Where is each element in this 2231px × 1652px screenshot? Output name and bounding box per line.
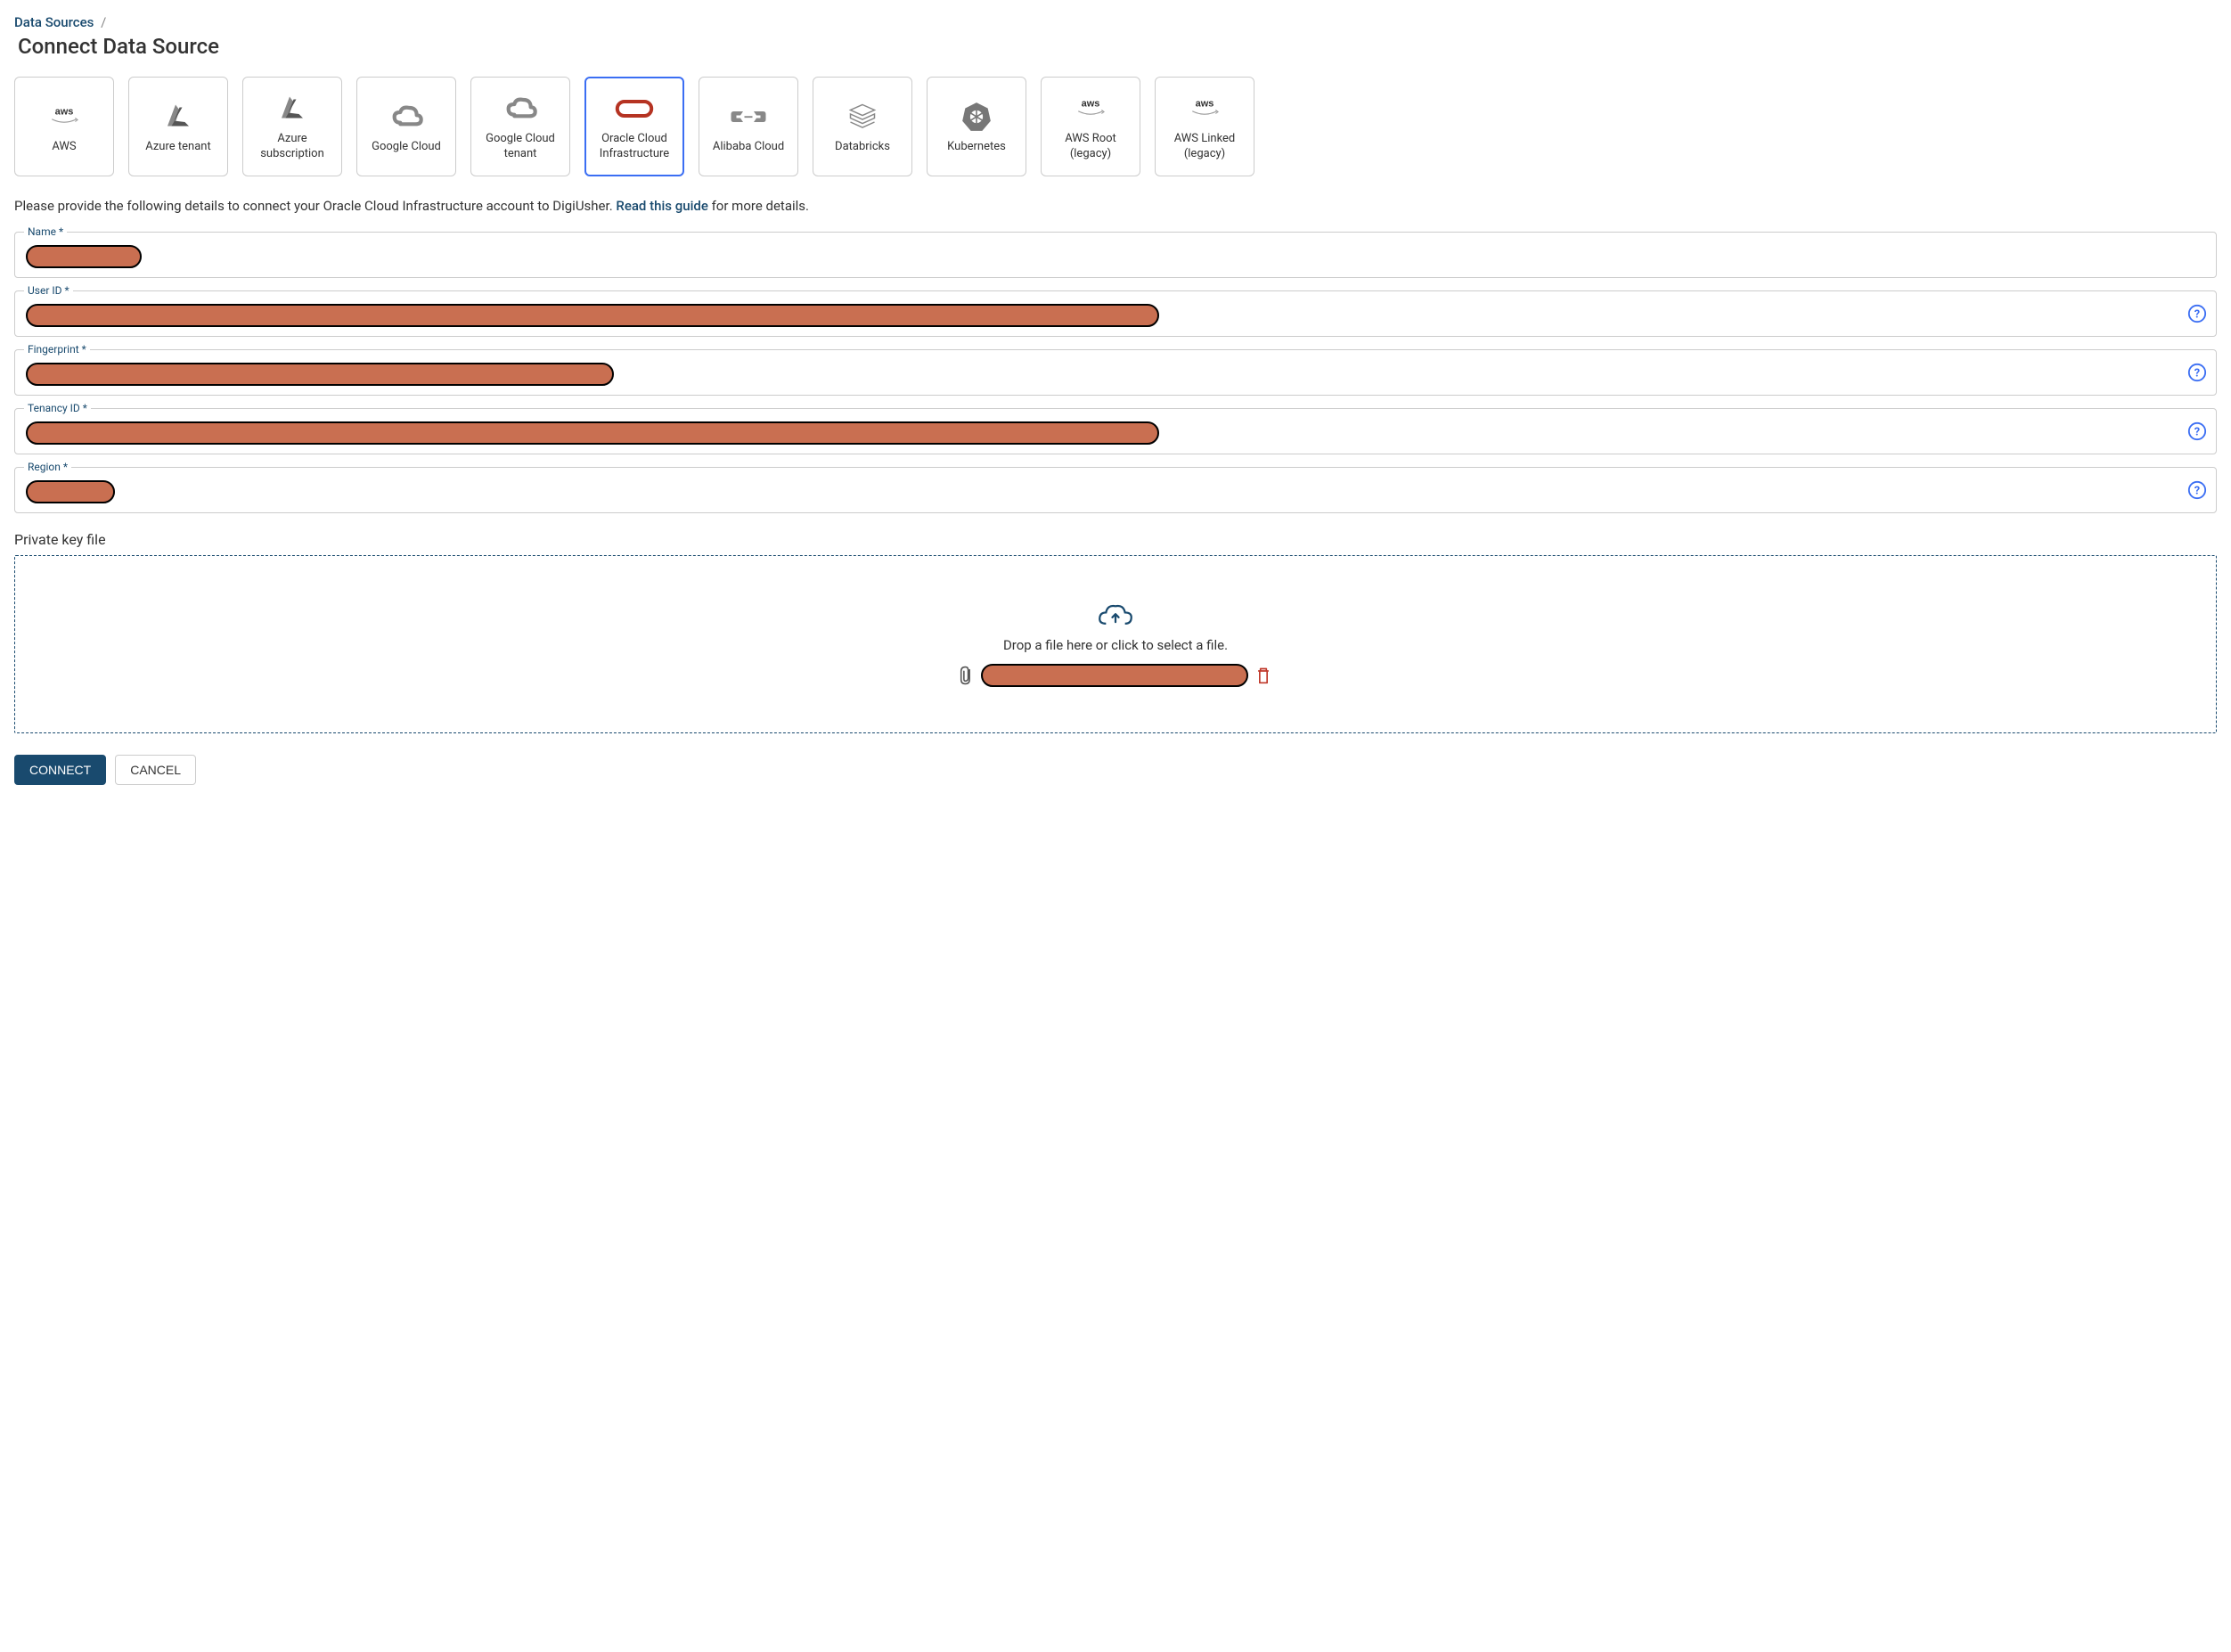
region-label: Region * — [24, 461, 71, 473]
uploaded-filename-redacted — [981, 664, 1248, 687]
tile-label: Azure subscription — [250, 132, 334, 162]
read-guide-link[interactable]: Read this guide — [616, 198, 708, 214]
help-icon[interactable]: ? — [2187, 480, 2207, 500]
aws-icon: aws — [1071, 91, 1110, 127]
action-buttons: CONNECT CANCEL — [14, 755, 2217, 785]
help-icon[interactable]: ? — [2187, 363, 2207, 382]
tile-label: AWS — [52, 140, 76, 155]
svg-text:?: ? — [2194, 308, 2200, 322]
tile-kubernetes[interactable]: Kubernetes — [927, 77, 1026, 176]
user-id-label: User ID * — [24, 284, 73, 297]
aws-icon: aws — [1185, 91, 1224, 127]
region-value-redacted — [26, 480, 115, 503]
kubernetes-icon — [960, 99, 993, 135]
tile-label: Google Cloud — [372, 140, 441, 155]
dropzone-text: Drop a file here or click to select a fi… — [1003, 637, 1228, 653]
svg-text:aws: aws — [1196, 98, 1214, 109]
tenancy-id-label: Tenancy ID * — [24, 402, 91, 414]
tile-azure-subscription[interactable]: Azure subscription — [242, 77, 342, 176]
tile-label: Google Cloud tenant — [478, 132, 562, 162]
alibaba-cloud-icon — [730, 99, 767, 135]
aws-icon: aws — [45, 99, 84, 135]
user-id-field[interactable]: User ID * ? — [14, 290, 2217, 337]
tile-label: Alibaba Cloud — [713, 140, 784, 155]
user-id-value-redacted — [26, 304, 1159, 327]
region-field[interactable]: Region * ? — [14, 467, 2217, 513]
cancel-button[interactable]: CANCEL — [115, 755, 196, 785]
tile-label: Oracle Cloud Infrastructure — [593, 132, 675, 162]
tile-label: Azure tenant — [145, 140, 210, 155]
cloud-upload-icon — [1096, 601, 1135, 630]
svg-text:aws: aws — [1082, 98, 1100, 109]
private-key-dropzone[interactable]: Drop a file here or click to select a fi… — [14, 555, 2217, 733]
help-icon[interactable]: ? — [2187, 421, 2207, 441]
fingerprint-value-redacted — [26, 363, 614, 386]
tile-label: AWS Linked (legacy) — [1163, 132, 1246, 162]
private-key-section-label: Private key file — [14, 531, 2217, 548]
tile-label: AWS Root (legacy) — [1049, 132, 1132, 162]
tile-label: Kubernetes — [947, 140, 1006, 155]
fingerprint-label: Fingerprint * — [24, 343, 90, 356]
oracle-cloud-icon — [613, 91, 656, 127]
name-value-redacted — [26, 245, 142, 268]
tile-aws-linked-legacy[interactable]: aws AWS Linked (legacy) — [1155, 77, 1254, 176]
tile-google-cloud[interactable]: Google Cloud — [356, 77, 456, 176]
tile-aws-root-legacy[interactable]: aws AWS Root (legacy) — [1041, 77, 1140, 176]
tile-alibaba[interactable]: Alibaba Cloud — [699, 77, 798, 176]
databricks-icon — [846, 99, 879, 135]
intro-suffix: for more details. — [708, 198, 809, 214]
breadcrumb-root-link[interactable]: Data Sources — [14, 14, 94, 30]
name-field[interactable]: Name * — [14, 232, 2217, 278]
delete-file-button[interactable] — [1255, 667, 1271, 684]
tenancy-id-field[interactable]: Tenancy ID * ? — [14, 408, 2217, 454]
fingerprint-field[interactable]: Fingerprint * ? — [14, 349, 2217, 396]
name-label: Name * — [24, 225, 67, 238]
form-fields: Name * User ID * ? Fingerprint * ? Tenan… — [14, 232, 2217, 513]
uploaded-file-row — [960, 664, 1271, 687]
breadcrumb: Data Sources / — [14, 14, 2217, 30]
tile-oci[interactable]: Oracle Cloud Infrastructure — [584, 77, 684, 176]
paperclip-icon — [960, 666, 974, 685]
page-title: Connect Data Source — [18, 34, 2217, 59]
azure-icon — [276, 91, 308, 127]
tile-label: Databricks — [835, 140, 890, 155]
tile-aws[interactable]: aws AWS — [14, 77, 114, 176]
azure-icon — [162, 99, 194, 135]
google-cloud-icon — [388, 99, 424, 135]
intro-prefix: Please provide the following details to … — [14, 198, 616, 214]
tile-google-cloud-tenant[interactable]: Google Cloud tenant — [470, 77, 570, 176]
svg-text:?: ? — [2194, 485, 2200, 498]
svg-text:?: ? — [2194, 426, 2200, 439]
svg-text:aws: aws — [55, 106, 74, 117]
breadcrumb-separator: / — [101, 14, 106, 30]
tile-azure-tenant[interactable]: Azure tenant — [128, 77, 228, 176]
tenancy-id-value-redacted — [26, 421, 1159, 445]
help-icon[interactable]: ? — [2187, 304, 2207, 323]
connect-button[interactable]: CONNECT — [14, 755, 106, 785]
intro-text: Please provide the following details to … — [14, 198, 2217, 214]
provider-tiles: aws AWS Azure tenant Azure subscription — [14, 77, 2217, 176]
google-cloud-icon — [503, 91, 538, 127]
svg-text:?: ? — [2194, 367, 2200, 380]
tile-databricks[interactable]: Databricks — [813, 77, 912, 176]
